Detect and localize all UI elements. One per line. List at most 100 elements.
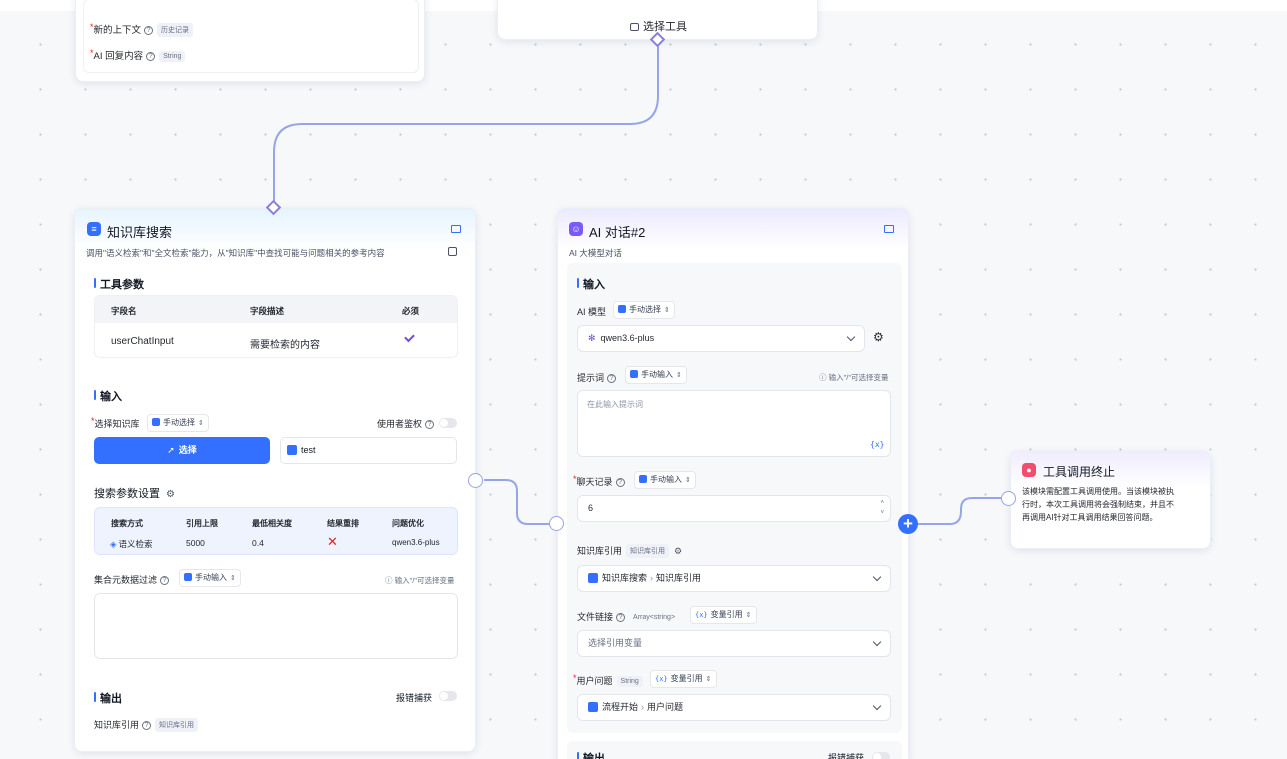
cross-icon: ✕ (327, 534, 338, 549)
ai-node-desc: AI 大模型对话 (569, 248, 622, 258)
user-question-text: 用户问题 (576, 676, 613, 686)
chat-history-mode-pill[interactable]: 手动输入 ⇕ (634, 471, 696, 489)
kb-input-title: 输入 (94, 388, 122, 404)
metadata-hint-text: 输入"/"可选择变量 (394, 576, 455, 585)
ai-catch-error-label: 报错捕获 (828, 753, 865, 759)
ai-model-value: qwen3.6-plus (600, 333, 655, 343)
prompt-hint-text: 输入"/"可选择变量 (828, 373, 889, 382)
model-settings-gear-icon[interactable]: ⚙ (873, 330, 884, 344)
edge-kb-to-ai (484, 479, 550, 525)
th-quote-limit: 引用上限 (186, 519, 218, 528)
help-icon[interactable]: ? (616, 613, 626, 622)
book-icon[interactable] (884, 225, 894, 233)
metadata-filter-text: 集合元数据过滤 (94, 575, 158, 585)
select-mode-icon (152, 418, 160, 426)
prompt-textarea[interactable]: 在此输入提示词 (577, 390, 891, 457)
breadcrumb-separator-icon: › (650, 573, 654, 583)
manual-input-text: 手动输入 (195, 573, 227, 582)
chat-history-label: *聊天记录? (573, 474, 625, 488)
breadcrumb-separator-icon: › (641, 702, 645, 712)
user-question-tag: String (616, 676, 643, 687)
help-icon[interactable]: ? (144, 26, 154, 35)
file-link-var-text: 变量引用 (710, 610, 743, 619)
ai-model-mode-pill[interactable]: 手动选择 ⇕ (613, 301, 675, 319)
select-kb-button[interactable]: ➚ 选择 (94, 437, 270, 464)
ai-node-title: AI 对话#2 (589, 225, 646, 240)
prompt-manual-input-text: 手动输入 (641, 370, 673, 379)
user-question-select[interactable]: 流程开始 › 用户问题 (577, 694, 891, 721)
variable-brace-icon[interactable]: {x} (870, 440, 884, 449)
file-link-mode-pill[interactable]: {x} 变量引用 ⇕ (690, 606, 757, 624)
td-field-desc: 需要检索的内容 (250, 340, 320, 351)
chat-history-value: 6 (588, 503, 594, 513)
file-link-placeholder: 选择引用变量 (588, 638, 643, 648)
add-node-plus-icon[interactable]: + (898, 514, 918, 534)
help-icon[interactable]: ? (425, 420, 435, 429)
metadata-hint: ⓘ 输入"/"可选择变量 (385, 575, 455, 586)
variable-icon: {x} (655, 675, 668, 683)
file-link-tag: Array<string> (633, 614, 676, 621)
help-icon[interactable]: ? (615, 478, 625, 487)
node-ai-chat[interactable]: ☺ AI 对话#2 AI 大模型对话 输入 AI 模型 手动选择 ⇕ ✻ qwen3… (557, 208, 909, 759)
help-icon[interactable]: ? (146, 52, 156, 61)
gear-icon[interactable]: ⚙ (674, 546, 682, 556)
help-icon[interactable]: ? (142, 721, 152, 730)
help-icon[interactable]: ? (160, 576, 170, 585)
user-auth-switch[interactable] (439, 418, 457, 428)
prompt-placeholder: 在此输入提示词 (587, 400, 643, 409)
manual-select-text: 手动选择 (163, 418, 195, 427)
semantic-icon: ◈ (110, 539, 117, 549)
prompt-label-text: 提示词 (577, 373, 605, 383)
user-question-mode-pill[interactable]: {x} 变量引用 ⇕ (650, 670, 717, 688)
kb-catch-error-switch[interactable] (439, 691, 457, 701)
ai-kb-quote-field: 知识库引用 (656, 573, 702, 583)
metadata-filter-textarea[interactable] (94, 593, 458, 659)
updown-icon: ⇕ (230, 575, 236, 582)
input-mode-icon (184, 573, 192, 581)
field-ai-reply-text: AI 回复内容 (93, 51, 144, 62)
chat-history-stepper[interactable]: 6 ˄ ˅ (577, 495, 891, 522)
prompt-mode-pill[interactable]: 手动输入 ⇕ (625, 366, 687, 384)
node-top-left[interactable]: *新的上下文? 历史记录 *AI 回复内容? String (75, 0, 425, 82)
td-min-score: 0.4 (252, 538, 264, 548)
updown-icon: ⇕ (705, 676, 712, 683)
ai-catch-error-switch[interactable] (872, 752, 890, 759)
field-new-context-text: 新的上下文 (93, 25, 142, 36)
book-icon[interactable] (451, 225, 461, 233)
kb-manual-select-pill[interactable]: 手动选择 ⇕ (147, 414, 209, 432)
node-kb-search[interactable]: ≡ 知识库搜索 调用"语义检索"和"全文检索"能力，从"知识库"中查找可能与问题… (74, 208, 476, 752)
select-tool-label[interactable]: 选择工具 (630, 18, 687, 34)
kb-icon (588, 573, 598, 583)
th-field-desc: 字段描述 (250, 306, 285, 316)
handle-kb-source[interactable] (468, 473, 483, 488)
kb-node-title: 知识库搜索 (107, 225, 173, 240)
help-icon[interactable]: ? (607, 374, 617, 383)
cursor-icon: ➚ (167, 445, 175, 455)
field-ai-reply: *AI 回复内容? String (90, 48, 186, 62)
select-kb-label: *选择知识库 (91, 416, 140, 429)
metadata-manual-input-pill[interactable]: 手动输入 ⇕ (179, 569, 241, 587)
tool-icon (630, 23, 639, 31)
edge-ai-to-end (918, 497, 1001, 525)
edit-icon[interactable] (448, 247, 457, 256)
info-icon: ⓘ (385, 576, 395, 585)
selected-kb-chip[interactable]: test (280, 437, 457, 464)
chevron-down-icon (872, 572, 882, 582)
file-link-select[interactable]: 选择引用变量 (577, 630, 891, 657)
handle-end-target[interactable] (1001, 491, 1016, 506)
kb-search-icon: ≡ (87, 222, 101, 236)
search-params-title: 搜索参数设置 ⚙ (94, 485, 175, 501)
stepper-arrows-icon[interactable]: ˄ ˅ (880, 498, 884, 518)
ai-kb-quote-select[interactable]: 知识库搜索 › 知识库引用 (577, 565, 891, 592)
tool-params-title: 工具参数 (94, 276, 144, 292)
node-tool-end[interactable]: ● 工具调用终止 该模块需配置工具调用使用。当该模块被执行时，本次工具调用将会强… (1010, 451, 1211, 549)
gear-icon[interactable]: ⚙ (166, 489, 175, 500)
select-kb-label-text: 选择知识库 (94, 419, 140, 429)
select-mode-icon (618, 305, 626, 313)
chevron-down-icon (846, 332, 856, 342)
ai-model-select[interactable]: ✻ qwen3.6-plus (577, 325, 865, 352)
select-tool-text: 选择工具 (643, 21, 687, 33)
file-link-label: 文件链接? Array<string> (577, 610, 679, 623)
td-field-name: userChatInput (111, 336, 174, 347)
handle-ai-target[interactable] (549, 516, 564, 531)
